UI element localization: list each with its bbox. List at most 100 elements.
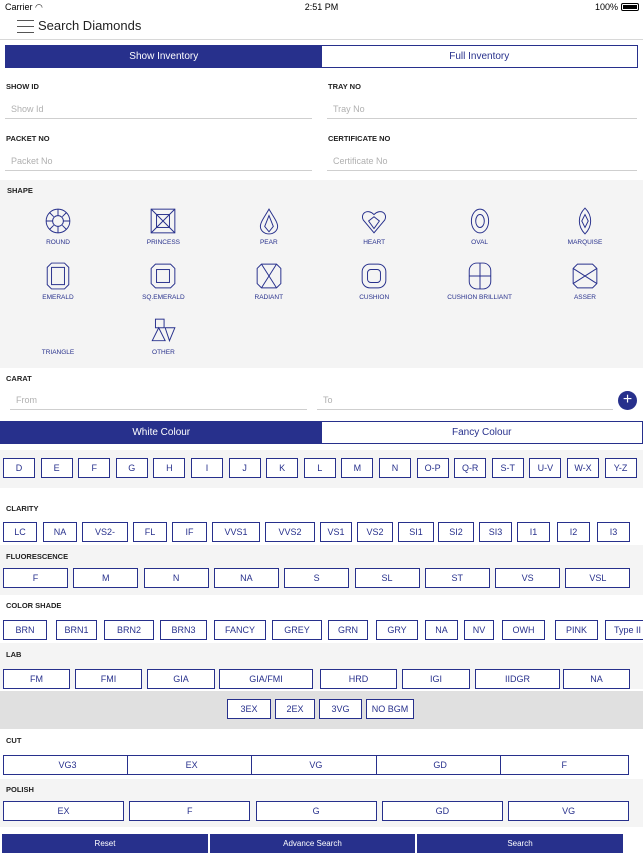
shade-chip[interactable]: GRN	[328, 620, 368, 640]
clarity-chip[interactable]: SI2	[438, 522, 474, 542]
lab-chip[interactable]: FM	[3, 669, 70, 689]
fluorescence-chip[interactable]: NA	[213, 568, 279, 588]
cut-chip[interactable]: VG3	[3, 755, 132, 775]
show-id-input[interactable]: Show Id	[5, 104, 312, 119]
shade-chip[interactable]: GREY	[272, 620, 322, 640]
clarity-chip[interactable]: SI3	[479, 522, 512, 542]
shape-round[interactable]: ROUND	[8, 207, 108, 246]
shape-radiant[interactable]: RADIANT	[219, 262, 319, 301]
menu-icon[interactable]	[17, 20, 34, 33]
tray-no-input[interactable]: Tray No	[327, 104, 637, 119]
quick-select-chip[interactable]: 3VG	[319, 699, 362, 719]
clarity-chip[interactable]: I1	[517, 522, 550, 542]
colour-chip[interactable]: F	[78, 458, 111, 478]
shade-chip[interactable]: BRN1	[56, 620, 97, 640]
lab-chip[interactable]: FMI	[75, 669, 142, 689]
clarity-chip[interactable]: I3	[597, 522, 630, 542]
cut-chip[interactable]: VG	[251, 755, 381, 775]
fluorescence-chip[interactable]: ST	[424, 568, 490, 588]
colour-chip[interactable]: D	[3, 458, 35, 478]
clarity-chip[interactable]: VS1	[320, 522, 352, 542]
clarity-chip[interactable]: IF	[172, 522, 207, 542]
fluorescence-chip[interactable]: M	[73, 568, 139, 588]
shape-marquise[interactable]: MARQUISE	[535, 207, 635, 246]
shade-chip[interactable]: NV	[464, 620, 494, 640]
lab-chip[interactable]: GIA	[147, 669, 215, 689]
colour-chip[interactable]: S-T	[491, 458, 524, 478]
colour-chip[interactable]: M	[341, 458, 374, 478]
clarity-chip[interactable]: LC	[3, 522, 37, 542]
colour-chip[interactable]: K	[266, 458, 299, 478]
clarity-chip[interactable]: SI1	[398, 522, 434, 542]
lab-chip[interactable]: IGI	[402, 669, 470, 689]
polish-chip[interactable]: EX	[3, 801, 124, 821]
colour-chip[interactable]: J	[228, 458, 261, 478]
colour-chip[interactable]: E	[40, 458, 73, 478]
fluorescence-chip[interactable]: S	[284, 568, 350, 588]
colour-chip[interactable]: L	[303, 458, 336, 478]
shape-triangle[interactable]: TRIANGLE	[8, 317, 108, 356]
lab-chip[interactable]: NA	[563, 669, 630, 689]
tab-show-inventory[interactable]: Show Inventory	[6, 46, 322, 67]
shape-emerald[interactable]: EMERALD	[8, 262, 108, 301]
lab-chip[interactable]: GIA/FMI	[219, 669, 313, 689]
shade-chip[interactable]: BRN	[3, 620, 47, 640]
fluorescence-chip[interactable]: N	[143, 568, 209, 588]
colour-chip[interactable]: O-P	[416, 458, 449, 478]
polish-chip[interactable]: GD	[381, 801, 503, 821]
polish-chip[interactable]: F	[129, 801, 251, 821]
advance-search-button[interactable]: Advance Search	[210, 834, 415, 853]
add-carat-button[interactable]: +	[618, 391, 637, 410]
clarity-chip[interactable]: I2	[557, 522, 590, 542]
clarity-chip[interactable]: NA	[43, 522, 77, 542]
shape-heart[interactable]: HEART	[324, 207, 424, 246]
fluorescence-chip[interactable]: SL	[354, 568, 420, 588]
shade-chip[interactable]: Type II	[605, 620, 643, 640]
clarity-chip[interactable]: VVS1	[212, 522, 260, 542]
colour-chip[interactable]: I	[191, 458, 223, 478]
shade-chip[interactable]: NA	[425, 620, 458, 640]
shape-pear[interactable]: PEAR	[219, 207, 319, 246]
reset-button[interactable]: Reset	[2, 834, 208, 853]
cut-chip[interactable]: F	[499, 755, 629, 775]
lab-chip[interactable]: IIDGR	[475, 669, 560, 689]
carat-to-input[interactable]: To	[317, 395, 613, 410]
shape-asser[interactable]: ASSER	[535, 262, 635, 301]
cut-chip[interactable]: GD	[375, 755, 505, 775]
tab-white-colour[interactable]: White Colour	[1, 422, 322, 443]
certificate-no-input[interactable]: Certificate No	[327, 156, 637, 171]
shape-sq-emerald[interactable]: SQ.EMERALD	[113, 262, 213, 301]
colour-chip[interactable]: G	[115, 458, 148, 478]
shape-cushion-brilliant[interactable]: CUSHION BRILLIANT	[430, 262, 530, 301]
shape-princess[interactable]: PRINCESS	[113, 207, 213, 246]
shade-chip[interactable]: GRY	[376, 620, 418, 640]
clarity-chip[interactable]: VS2	[357, 522, 393, 542]
fluorescence-chip[interactable]: F	[3, 568, 68, 588]
carat-from-input[interactable]: From	[10, 395, 307, 410]
colour-chip[interactable]: N	[379, 458, 411, 478]
lab-chip[interactable]: HRD	[320, 669, 397, 689]
colour-chip[interactable]: H	[153, 458, 186, 478]
colour-chip[interactable]: W-X	[567, 458, 599, 478]
shade-chip[interactable]: PINK	[555, 620, 598, 640]
colour-chip[interactable]: Q-R	[454, 458, 487, 478]
shape-oval[interactable]: OVAL	[430, 207, 530, 246]
colour-chip[interactable]: U-V	[529, 458, 562, 478]
polish-chip[interactable]: VG	[508, 801, 630, 821]
packet-no-input[interactable]: Packet No	[5, 156, 312, 171]
quick-select-chip[interactable]: 3EX	[227, 699, 271, 719]
fluorescence-chip[interactable]: VS	[495, 568, 561, 588]
shade-chip[interactable]: BRN3	[160, 620, 207, 640]
quick-select-chip[interactable]: NO BGM	[366, 699, 414, 719]
polish-chip[interactable]: G	[255, 801, 377, 821]
shape-other[interactable]: OTHER	[113, 317, 213, 356]
shade-chip[interactable]: OWH	[502, 620, 545, 640]
tab-fancy-colour[interactable]: Fancy Colour	[321, 422, 642, 443]
fluorescence-chip[interactable]: VSL	[565, 568, 631, 588]
clarity-chip[interactable]: FL	[133, 522, 167, 542]
quick-select-chip[interactable]: 2EX	[275, 699, 315, 719]
clarity-chip[interactable]: VVS2	[265, 522, 315, 542]
shade-chip[interactable]: BRN2	[104, 620, 154, 640]
clarity-chip[interactable]: VS2-	[82, 522, 128, 542]
shape-cushion[interactable]: CUSHION	[324, 262, 424, 301]
